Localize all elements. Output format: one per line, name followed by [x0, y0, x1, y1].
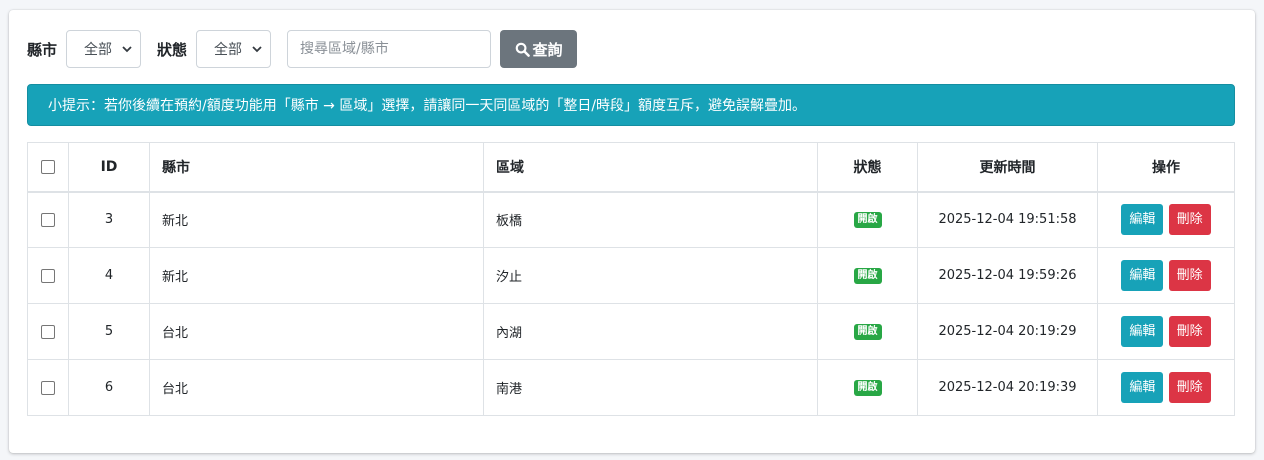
- delete-button[interactable]: 刪除: [1168, 204, 1211, 236]
- row-city: 台北: [149, 359, 484, 416]
- row-actions: 編輯 刪除: [1097, 303, 1235, 360]
- col-header-status: 狀態: [817, 142, 918, 193]
- delete-button[interactable]: 刪除: [1168, 316, 1211, 347]
- row-actions: 編輯 刪除: [1097, 359, 1235, 416]
- select-all-checkbox[interactable]: [41, 159, 55, 174]
- row-city: 新北: [149, 247, 484, 304]
- city-filter-label: 縣市: [27, 40, 58, 59]
- row-checkbox[interactable]: [41, 380, 55, 395]
- row-id: 6: [68, 359, 150, 416]
- table-row: 3 新北 板橋 開啟 2025-12-04 19:51:58 編輯 刪除: [27, 191, 1235, 248]
- status-badge: 開啟: [853, 268, 882, 284]
- tip-alert: 小提示：若你後續在預約/額度功能用「縣市 → 區域」選擇，請讓同一天同區域的「整…: [27, 84, 1235, 126]
- table-row: 5 台北 內湖 開啟 2025-12-04 20:19:29 編輯 刪除: [27, 303, 1235, 360]
- main-card: 縣市 全部 狀態 全部 查詢 小提示：若你後續在預約/額度功能用「縣市 → 區域…: [9, 10, 1255, 453]
- col-header-updated: 更新時間: [917, 142, 1098, 193]
- row-select-cell: [27, 359, 69, 416]
- row-area: 內湖: [483, 303, 818, 360]
- col-header-actions: 操作: [1097, 142, 1235, 193]
- status-select[interactable]: 全部: [196, 30, 272, 68]
- delete-button[interactable]: 刪除: [1168, 260, 1211, 291]
- status-badge: 開啟: [853, 324, 882, 340]
- row-select-cell: [27, 247, 69, 304]
- city-select[interactable]: 全部: [66, 30, 142, 68]
- status-badge: 開啟: [853, 212, 882, 229]
- row-city: 台北: [149, 303, 484, 360]
- chevron-down-icon: [252, 46, 262, 53]
- status-badge: 開啟: [853, 380, 882, 396]
- select-all-header: [27, 142, 69, 193]
- region-table: ID 縣市 區域 狀態 更新時間 操作 3 新北 板橋 開啟 2025-12-0…: [27, 142, 1235, 416]
- row-checkbox[interactable]: [41, 212, 55, 227]
- row-select-cell: [27, 303, 69, 360]
- edit-button[interactable]: 編輯: [1121, 260, 1164, 291]
- table-row: 6 台北 南港 開啟 2025-12-04 20:19:39 編輯 刪除: [27, 359, 1235, 416]
- row-select-cell: [27, 191, 69, 248]
- row-status-cell: 開啟: [817, 247, 918, 304]
- row-area: 板橋: [483, 191, 818, 248]
- row-checkbox[interactable]: [41, 324, 55, 339]
- col-header-city: 縣市: [149, 142, 484, 193]
- search-input[interactable]: [287, 30, 492, 68]
- row-city: 新北: [149, 191, 484, 248]
- row-area: 南港: [483, 359, 818, 416]
- row-checkbox[interactable]: [41, 268, 55, 283]
- search-button[interactable]: 查詢: [500, 30, 578, 68]
- row-id: 4: [68, 247, 150, 304]
- edit-button[interactable]: 編輯: [1121, 316, 1164, 347]
- row-updated: 2025-12-04 19:51:58: [917, 191, 1098, 248]
- search-icon: [515, 42, 530, 57]
- col-header-area: 區域: [483, 142, 818, 193]
- delete-button[interactable]: 刪除: [1168, 372, 1211, 403]
- tip-alert-text: 小提示：若你後續在預約/額度功能用「縣市 → 區域」選擇，請讓同一天同區域的「整…: [48, 98, 807, 114]
- row-actions: 編輯 刪除: [1097, 247, 1235, 304]
- chevron-down-icon: [122, 46, 132, 53]
- row-actions: 編輯 刪除: [1097, 191, 1235, 248]
- row-status-cell: 開啟: [817, 191, 918, 248]
- filter-bar: 縣市 全部 狀態 全部 查詢: [27, 30, 578, 68]
- row-area: 汐止: [483, 247, 818, 304]
- edit-button[interactable]: 編輯: [1121, 372, 1164, 403]
- status-filter-label: 狀態: [157, 40, 188, 59]
- col-header-id: ID: [68, 142, 150, 193]
- edit-button[interactable]: 編輯: [1121, 204, 1164, 236]
- status-select-value: 全部: [214, 42, 243, 58]
- table-header-row: ID 縣市 區域 狀態 更新時間 操作: [27, 142, 1235, 193]
- row-status-cell: 開啟: [817, 303, 918, 360]
- row-updated: 2025-12-04 19:59:26: [917, 247, 1098, 304]
- row-id: 3: [68, 191, 150, 248]
- row-updated: 2025-12-04 20:19:29: [917, 303, 1098, 360]
- row-status-cell: 開啟: [817, 359, 918, 416]
- row-id: 5: [68, 303, 150, 360]
- city-select-value: 全部: [84, 42, 113, 58]
- row-updated: 2025-12-04 20:19:39: [917, 359, 1098, 416]
- table-row: 4 新北 汐止 開啟 2025-12-04 19:59:26 編輯 刪除: [27, 247, 1235, 304]
- search-button-label: 查詢: [532, 40, 563, 59]
